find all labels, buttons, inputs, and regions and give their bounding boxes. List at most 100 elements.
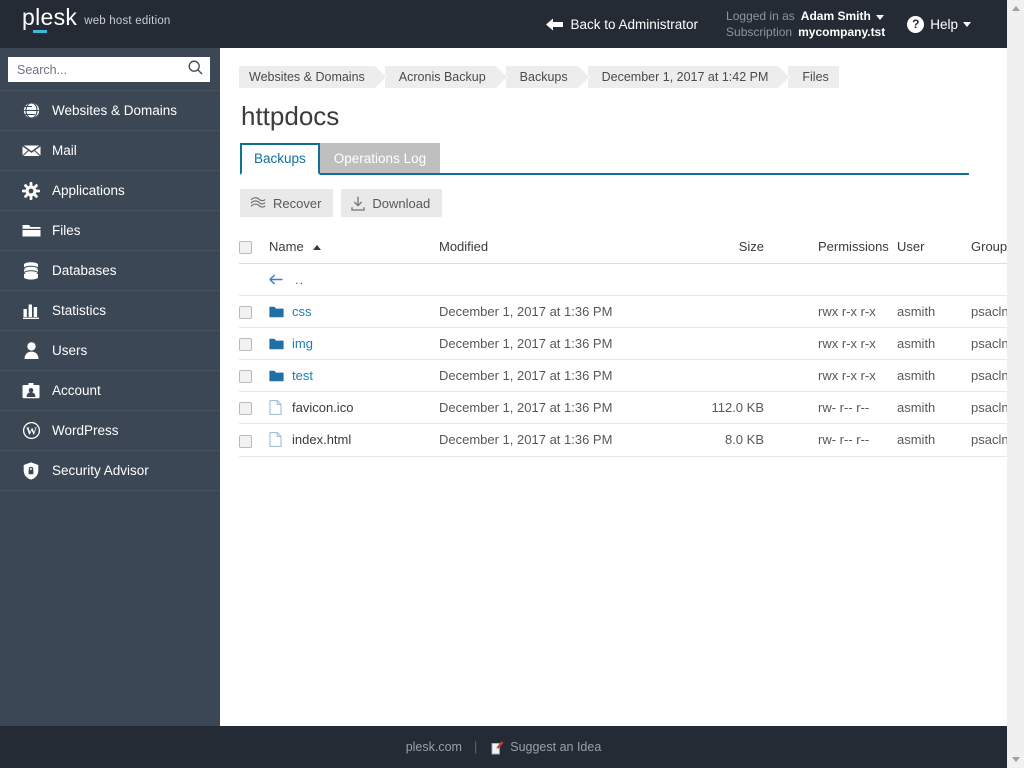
column-header-group[interactable]: Group — [957, 233, 1007, 265]
column-header-name-label: Name — [269, 239, 304, 255]
subscription-label: Subscription — [726, 25, 793, 39]
recover-button[interactable]: Recover — [240, 189, 334, 218]
sidebar-item-statistics[interactable]: Statistics — [0, 290, 220, 331]
column-header-size[interactable]: Size — [689, 233, 764, 265]
tab-operations-log[interactable]: Operations Log — [319, 142, 441, 174]
row-checkbox-cell — [239, 423, 269, 457]
column-header-size-label: Size — [738, 239, 764, 255]
subscription-value[interactable]: mycompany.tst — [798, 24, 885, 40]
page-scrollbar[interactable] — [1007, 0, 1024, 768]
globe-icon — [20, 102, 42, 119]
breadcrumb-item-websites-domains[interactable]: Websites & Domains — [239, 66, 387, 88]
sidebar-item-users[interactable]: Users — [0, 330, 220, 371]
sidebar-item-label: Users — [52, 342, 88, 358]
tab-backups[interactable]: Backups — [240, 142, 320, 176]
row-name-cell: img — [269, 327, 439, 361]
sidebar-item-websites-domains[interactable]: Websites & Domains — [0, 90, 220, 131]
logged-in-user-menu[interactable]: Adam Smith — [801, 8, 871, 24]
select-all-checkbox[interactable] — [239, 241, 252, 255]
row-checkbox[interactable] — [239, 434, 252, 448]
parent-directory-cell[interactable]: .. — [269, 263, 1007, 297]
breadcrumb-label: Backups — [519, 70, 568, 84]
scroll-down-button[interactable] — [1007, 751, 1024, 768]
sidebar-item-applications[interactable]: Applications — [0, 170, 220, 211]
file-table-body: .. css December 1, 2017 at 1:36 PM rwx r… — [239, 263, 1007, 457]
file-entry[interactable]: css — [269, 304, 439, 319]
suggest-an-idea-link[interactable]: Suggest an Idea — [489, 740, 601, 755]
search-input[interactable] — [17, 62, 188, 77]
page-title: httpdocs — [241, 101, 340, 131]
chevron-down-icon[interactable] — [875, 15, 884, 20]
row-checkbox[interactable] — [239, 370, 252, 384]
scroll-up-button[interactable] — [1007, 0, 1024, 17]
row-checkbox-cell — [239, 391, 269, 425]
row-modified-cell: December 1, 2017 at 1:36 PM — [439, 327, 689, 361]
file-name-link[interactable]: img — [292, 336, 313, 351]
row-user-cell: asmith — [879, 423, 957, 457]
parent-directory-row[interactable]: .. — [239, 263, 1007, 297]
breadcrumb-item-files[interactable]: Files — [788, 66, 839, 88]
tab-bar: Backups Operations Log — [240, 142, 969, 176]
help-menu[interactable]: ? Help — [907, 15, 971, 33]
row-modified-cell: December 1, 2017 at 1:36 PM — [439, 359, 689, 393]
breadcrumb-label: December 1, 2017 at 1:42 PM — [601, 70, 769, 84]
logo-accent-underline — [33, 30, 47, 33]
sidebar-item-mail[interactable]: Mail — [0, 130, 220, 171]
column-header-permissions[interactable]: Permissions — [764, 233, 889, 265]
logo-edition-label: web host edition — [84, 15, 171, 27]
file-entry[interactable]: test — [269, 368, 439, 383]
file-name-link[interactable]: favicon.ico — [292, 400, 353, 415]
sidebar-item-label: Statistics — [52, 302, 107, 318]
download-button[interactable]: Download — [341, 189, 443, 218]
row-size-cell — [689, 295, 764, 329]
parent-directory-link[interactable]: .. — [269, 272, 1007, 287]
brand-logo[interactable]: plesk web host edition — [0, 6, 220, 42]
row-group-cell: psacln — [957, 359, 1007, 393]
back-arrow-icon — [546, 18, 564, 31]
file-entry[interactable]: favicon.ico — [269, 400, 439, 415]
sidebar-item-label: Websites & Domains — [52, 102, 178, 118]
file-table-head: Name Modified Size Permissions User Grou… — [239, 233, 1007, 265]
search-box[interactable] — [8, 57, 210, 82]
column-header-user[interactable]: User — [879, 233, 957, 265]
table-row[interactable]: test December 1, 2017 at 1:36 PM rwx r-x… — [239, 359, 1007, 393]
table-row[interactable]: favicon.ico December 1, 2017 at 1:36 PM … — [239, 391, 1007, 425]
table-row[interactable]: img December 1, 2017 at 1:36 PM rwx r-x … — [239, 327, 1007, 361]
sidebar-item-label: Databases — [52, 262, 117, 278]
back-to-administrator-link[interactable]: Back to Administrator — [546, 17, 698, 32]
file-name-link[interactable]: css — [292, 304, 312, 319]
breadcrumb-item-backups[interactable]: Backups — [505, 66, 590, 88]
file-name-link[interactable]: test — [292, 368, 313, 383]
account-info-block: Logged in as Adam Smith Subscription myc… — [726, 8, 885, 40]
sidebar-item-account[interactable]: Account — [0, 370, 220, 411]
row-checkbox[interactable] — [239, 402, 252, 416]
sidebar-item-security-advisor[interactable]: Security Advisor — [0, 450, 220, 491]
sort-ascending-icon — [313, 245, 322, 251]
column-header-modified[interactable]: Modified — [439, 233, 689, 265]
sidebar-item-label: Applications — [52, 182, 125, 198]
column-header-name[interactable]: Name — [269, 233, 439, 265]
wordpress-icon: W — [20, 422, 42, 439]
breadcrumb-item-backup-date[interactable]: December 1, 2017 at 1:42 PM — [587, 66, 791, 88]
sidebar-item-databases[interactable]: Databases — [0, 250, 220, 291]
header-right-group: Back to Administrator Logged in as Adam … — [220, 0, 1007, 48]
sidebar-item-files[interactable]: Files — [0, 210, 220, 251]
file-name-link[interactable]: index.html — [292, 432, 351, 447]
table-row[interactable]: css December 1, 2017 at 1:36 PM rwx r-x … — [239, 295, 1007, 329]
chevron-up-icon — [1011, 6, 1020, 11]
row-permissions-cell: rwx r-x r-x — [764, 359, 879, 393]
row-checkbox[interactable] — [239, 306, 252, 320]
search-icon[interactable] — [188, 60, 203, 80]
file-entry[interactable]: index.html — [269, 432, 439, 447]
table-row[interactable]: index.html December 1, 2017 at 1:36 PM 8… — [239, 423, 1007, 457]
file-entry[interactable]: img — [269, 336, 439, 351]
question-mark-icon: ? — [907, 15, 925, 33]
sidebar-item-wordpress[interactable]: W WordPress — [0, 410, 220, 451]
top-header: plesk web host edition Back to Administr… — [0, 0, 1007, 48]
column-header-group-label: Group — [971, 239, 1007, 255]
row-checkbox[interactable] — [239, 338, 252, 352]
breadcrumb-item-acronis-backup[interactable]: Acronis Backup — [384, 66, 508, 88]
plesk-com-link[interactable]: plesk.com — [406, 740, 462, 754]
row-size-cell: 8.0 KB — [689, 423, 764, 457]
plesk-app-window: plesk web host edition Back to Administr… — [0, 0, 1024, 768]
